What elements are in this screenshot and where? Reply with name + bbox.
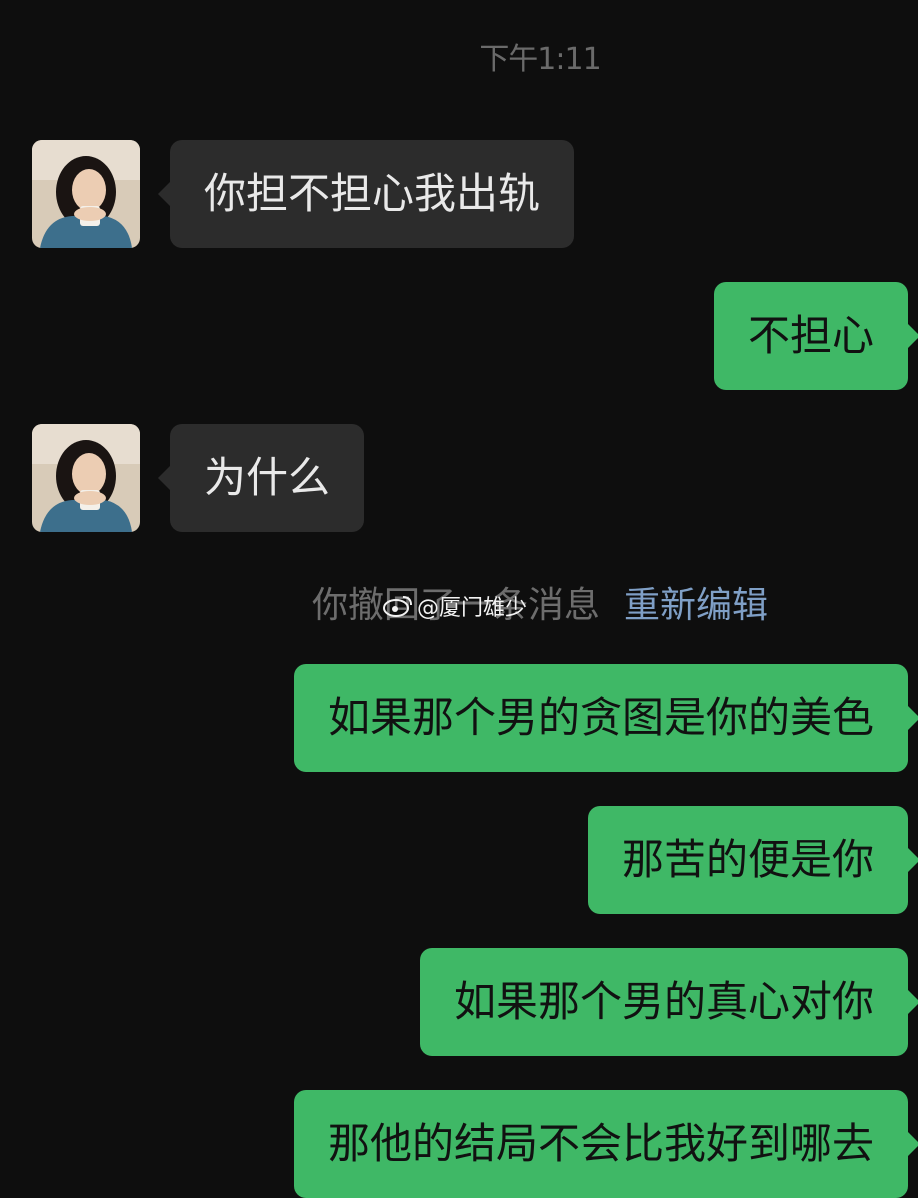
message-text: 如果那个男的真心对你 [453,977,874,1026]
contact-avatar[interactable] [32,424,140,532]
outgoing-message-bubble[interactable]: 那他的结局不会比我好到哪去 [293,1090,918,1198]
message-text: 不担心 [747,311,874,360]
outgoing-message-bubble[interactable]: 如果那个男的真心对你 [419,948,918,1056]
outgoing-message-bubble[interactable]: 如果那个男的贪图是你的美色 [293,664,918,772]
message-text: 如果那个男的贪图是你的美色 [327,693,874,742]
watermark-text: @厦门雄少 [417,596,528,621]
outgoing-message-bubble[interactable]: 那苦的便是你 [587,806,918,914]
contact-avatar[interactable] [32,140,140,248]
message-text: 为什么 [204,453,331,502]
re-edit-link[interactable]: 重新编辑 [624,585,768,626]
chat-timestamp: 下午1:11 [479,42,601,77]
avatar-photo-icon [32,140,140,248]
message-text: 你担不担心我出轨 [204,169,541,218]
avatar-photo-icon [32,424,140,532]
message-text: 那苦的便是你 [621,835,874,884]
watermark: @厦门雄少 [383,590,527,622]
outgoing-message-bubble[interactable]: 不担心 [713,282,918,390]
incoming-message-bubble[interactable]: 为什么 [157,424,365,532]
weibo-logo-icon [383,596,412,617]
message-text: 那他的结局不会比我好到哪去 [327,1119,874,1168]
incoming-message-bubble[interactable]: 你担不担心我出轨 [157,140,575,248]
